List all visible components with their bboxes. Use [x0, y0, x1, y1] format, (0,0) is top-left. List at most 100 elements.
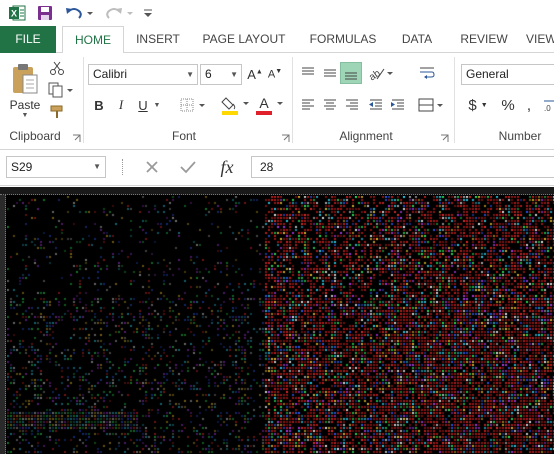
- decrease-indent-button[interactable]: [366, 95, 386, 115]
- font-launcher-icon[interactable]: [281, 132, 290, 142]
- row-header-strip[interactable]: [0, 195, 6, 454]
- insert-function-button[interactable]: fx: [212, 155, 242, 179]
- svg-text:A: A: [259, 95, 269, 111]
- align-left-icon: [302, 99, 314, 110]
- merge-center-button[interactable]: [416, 95, 446, 115]
- quick-access-toolbar: X: [0, 0, 554, 26]
- paste-label: Paste: [9, 97, 41, 112]
- align-right-button[interactable]: [342, 95, 362, 115]
- font-name-select[interactable]: Calibri ▼: [88, 64, 198, 85]
- name-box[interactable]: S29 ▼: [6, 156, 106, 178]
- align-center-icon: [324, 99, 336, 110]
- clipboard-group-label: Clipboard: [9, 129, 61, 143]
- wrap-text-icon: [420, 67, 435, 79]
- font-size-value: 6: [205, 67, 212, 81]
- decrease-indent-icon: [369, 99, 382, 110]
- fill-color-button[interactable]: [220, 93, 252, 117]
- tab-view[interactable]: VIEW: [526, 26, 554, 53]
- tab-home[interactable]: HOME: [62, 26, 124, 54]
- scissors-icon: [50, 61, 64, 75]
- font-name-value: Calibri: [93, 67, 128, 81]
- underline-dropdown-icon[interactable]: ▼: [152, 98, 162, 112]
- bold-button[interactable]: B: [90, 95, 108, 115]
- format-painter-icon: [50, 105, 63, 118]
- comma-style-button[interactable]: ,: [522, 95, 536, 115]
- align-center-button[interactable]: [320, 95, 340, 115]
- enter-entry-button[interactable]: [176, 157, 200, 177]
- excel-logo-icon[interactable]: X: [8, 4, 26, 22]
- group-separator: [292, 57, 293, 143]
- tab-formulas[interactable]: FORMULAS: [302, 26, 384, 53]
- align-right-icon: [346, 99, 358, 110]
- ribbon-tabs: FILE HOME INSERT PAGE LAYOUT FORMULAS DA…: [0, 26, 554, 54]
- name-box-value: S29: [11, 160, 33, 174]
- top-align-button[interactable]: [298, 63, 318, 83]
- increase-indent-button[interactable]: [388, 95, 408, 115]
- sheet-noise-canvas: [7, 196, 554, 454]
- comma-icon: ,: [526, 96, 532, 114]
- font-size-select[interactable]: 6 ▼: [200, 64, 242, 85]
- undo-icon[interactable]: [64, 4, 94, 22]
- top-align-icon: [302, 67, 314, 75]
- group-separator: [83, 57, 84, 143]
- cut-button[interactable]: [46, 59, 68, 77]
- number-group-label: Number: [498, 129, 542, 143]
- format-painter-button[interactable]: [46, 103, 68, 121]
- italic-button[interactable]: I: [112, 95, 130, 115]
- svg-text:X: X: [11, 9, 17, 19]
- font-color-icon: A: [256, 95, 283, 115]
- wrap-text-button[interactable]: [416, 63, 438, 83]
- bottom-align-button[interactable]: [340, 62, 362, 84]
- decrease-font-icon: A▼: [267, 67, 283, 81]
- increase-decimal-icon: .0: [544, 100, 554, 113]
- tab-data[interactable]: DATA: [394, 26, 440, 53]
- increase-decimal-button[interactable]: .0: [542, 95, 554, 115]
- close-icon: [146, 161, 158, 173]
- chevron-down-icon: ▼: [93, 162, 101, 171]
- copy-button[interactable]: [46, 81, 76, 99]
- font-color-button[interactable]: A: [254, 93, 286, 117]
- middle-align-button[interactable]: [320, 63, 340, 83]
- align-left-button[interactable]: [298, 95, 318, 115]
- cell-content-noise: [7, 196, 554, 454]
- checkmark-icon: [180, 161, 196, 174]
- copy-icon: [48, 82, 73, 98]
- formula-bar-splitter[interactable]: [122, 159, 124, 175]
- ribbon-home: Paste ▼ Clipboard Calibri ▼ 6 ▼ A▲ A▼ B …: [0, 53, 554, 150]
- accounting-format-button[interactable]: $ ▼: [464, 95, 492, 115]
- alignment-group-label: Alignment: [339, 129, 393, 143]
- chevron-down-icon: ▼: [480, 101, 488, 109]
- paste-dropdown-icon[interactable]: ▼: [22, 112, 29, 119]
- increase-font-size-button[interactable]: A▲: [246, 65, 264, 83]
- column-header-strip[interactable]: [0, 187, 554, 195]
- tab-insert[interactable]: INSERT: [128, 26, 188, 53]
- orientation-button[interactable]: ab: [366, 63, 396, 83]
- cancel-entry-button[interactable]: [140, 157, 164, 177]
- chevron-down-icon: ▼: [186, 70, 194, 79]
- tab-page-layout[interactable]: PAGE LAYOUT: [196, 26, 292, 53]
- borders-icon: [180, 98, 205, 112]
- middle-align-icon: [324, 69, 336, 77]
- tab-file[interactable]: FILE: [0, 26, 56, 53]
- number-format-select[interactable]: General: [461, 64, 554, 85]
- tab-review[interactable]: REVIEW: [454, 26, 514, 53]
- customize-qat-icon[interactable]: [142, 4, 154, 22]
- clipboard-launcher-icon[interactable]: [72, 132, 81, 142]
- paste-icon: [13, 63, 38, 93]
- borders-button[interactable]: [178, 95, 208, 115]
- decrease-font-size-button[interactable]: A▼: [266, 65, 284, 83]
- paste-button[interactable]: Paste ▼: [8, 59, 42, 121]
- group-separator: [454, 57, 455, 143]
- orientation-icon: ab: [367, 68, 393, 81]
- redo-icon[interactable]: [104, 4, 134, 22]
- underline-button[interactable]: U: [134, 95, 152, 115]
- alignment-launcher-icon[interactable]: [440, 132, 449, 142]
- worksheet-grid[interactable]: [0, 187, 554, 454]
- chevron-down-icon: ▼: [230, 70, 238, 79]
- paint-bucket-icon: [221, 97, 249, 115]
- formula-input[interactable]: 28: [251, 156, 554, 178]
- save-icon[interactable]: [36, 4, 54, 22]
- merge-cells-icon: [418, 98, 443, 112]
- percent-style-button[interactable]: %: [498, 95, 518, 115]
- increase-indent-icon: [391, 99, 404, 110]
